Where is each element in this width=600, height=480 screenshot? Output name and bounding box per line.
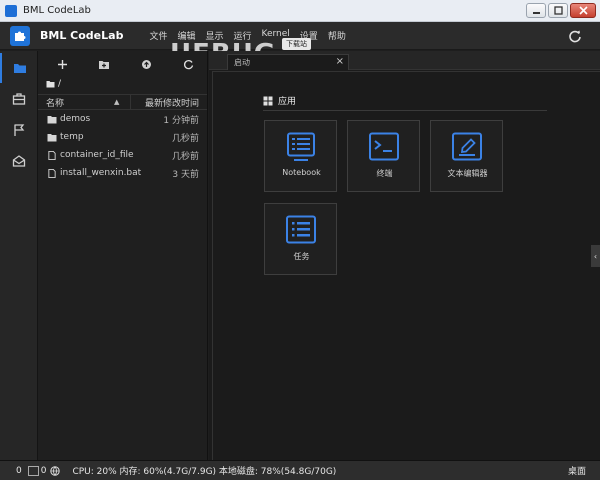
menu-settings[interactable]: 设置	[300, 29, 318, 42]
close-button[interactable]	[570, 3, 596, 18]
maximize-icon	[553, 6, 563, 15]
file-modified: 几秒前	[171, 151, 199, 162]
brand-title: BML CodeLab	[40, 29, 124, 42]
close-icon	[578, 6, 588, 15]
card-label: Notebook	[282, 168, 321, 177]
file-name: container_id_file	[60, 150, 134, 160]
logo	[10, 25, 30, 46]
breadcrumb-path: /	[58, 79, 62, 89]
card-text-editor[interactable]: 文本编辑器	[430, 120, 503, 192]
card-label: 文本编辑器	[447, 169, 488, 178]
file-modified: 3 天前	[172, 169, 199, 180]
menu-help[interactable]: 帮助	[328, 29, 346, 42]
section-title: 应用	[278, 97, 297, 107]
refresh-files-icon	[183, 59, 193, 69]
plus-icon	[57, 59, 67, 69]
tab-close-icon[interactable]: ×	[336, 56, 344, 67]
app-icon	[5, 4, 17, 17]
card-task[interactable]: 任务	[264, 203, 337, 275]
breadcrumb[interactable]: /	[38, 77, 207, 91]
maximize-button[interactable]	[548, 3, 568, 18]
toolbox-icon	[12, 93, 26, 105]
menu-view[interactable]: 显示	[205, 29, 223, 42]
refresh-files-button[interactable]	[182, 58, 194, 70]
file-modified: 1 分钟前	[163, 115, 199, 126]
desktop-button[interactable]: 桌面	[568, 464, 586, 477]
new-launcher-button[interactable]	[56, 58, 68, 70]
file-name: install_wenxin.bat	[60, 168, 142, 178]
terminal-status-icon[interactable]	[27, 465, 39, 476]
file-icon	[48, 151, 56, 160]
upload-icon	[141, 59, 151, 69]
activity-tasks[interactable]	[0, 115, 38, 145]
chevron-left-icon: ‹	[593, 251, 598, 261]
file-list: demos 1 分钟前 temp 几秒前 container_id_file 几…	[38, 110, 207, 182]
flag-icon	[14, 124, 25, 136]
window-titlebar: BML CodeLab	[0, 0, 600, 22]
status-terminal-count[interactable]: 0	[16, 466, 22, 476]
new-folder-button[interactable]	[98, 58, 110, 70]
activity-inbox[interactable]	[0, 146, 38, 176]
sort-asc-icon[interactable]: ▲	[114, 98, 119, 106]
menu-kernel[interactable]: Kernel	[262, 29, 290, 42]
section-header: 应用	[263, 94, 296, 107]
column-name[interactable]: 名称	[46, 96, 64, 109]
main-area: 启动 × 应用 Notebook 终端 文本编辑器 任务 ‹	[209, 51, 600, 460]
activity-bar	[0, 51, 38, 460]
menu-edit[interactable]: 编辑	[177, 29, 195, 42]
card-notebook[interactable]: Notebook	[264, 120, 337, 192]
activity-extensions[interactable]	[0, 84, 38, 114]
breadcrumb-folder-icon	[46, 81, 55, 88]
inbox-icon	[12, 155, 26, 167]
notebook-icon	[287, 132, 315, 161]
file-row-demos[interactable]: demos 1 分钟前	[38, 110, 207, 128]
upload-button[interactable]	[140, 58, 152, 70]
folder-icon	[14, 64, 26, 73]
file-row-container-id-file[interactable]: container_id_file 几秒前	[38, 146, 207, 164]
task-list-icon	[286, 215, 316, 244]
file-list-header: 名称 ▲ 最新修改时间	[38, 94, 207, 110]
section-divider	[263, 110, 547, 111]
file-icon	[48, 169, 56, 178]
window-title: BML CodeLab	[23, 5, 91, 16]
tab-label: 启动	[234, 58, 250, 67]
menu-file[interactable]: 文件	[149, 29, 167, 42]
new-folder-icon	[99, 60, 109, 69]
window-controls	[526, 3, 596, 18]
status-bar: 0 0 CPU: 20% 内存: 60%(4.7G/7.9G) 本地磁盘: 78…	[0, 460, 600, 480]
tab-launcher[interactable]: 启动 ×	[227, 54, 349, 70]
menu-run[interactable]: 运行	[234, 29, 252, 42]
text-editor-icon	[452, 132, 482, 161]
collapse-panel-handle[interactable]: ‹	[591, 245, 600, 267]
file-toolbar	[38, 51, 207, 77]
file-modified: 几秒前	[171, 133, 199, 144]
minimize-icon	[532, 12, 540, 14]
globe-icon	[50, 465, 61, 476]
refresh-icon[interactable]	[568, 29, 582, 43]
card-label: 终端	[376, 169, 393, 178]
folder-icon	[47, 116, 57, 124]
column-modified[interactable]: 最新修改时间	[145, 96, 199, 109]
minimize-button[interactable]	[526, 3, 546, 18]
card-label: 任务	[293, 252, 310, 261]
main-menu: 文件 编辑 显示 运行 Kernel 设置 帮助	[149, 29, 345, 42]
menu-bar: BML CodeLab 文件 编辑 显示 运行 Kernel 设置 帮助	[0, 22, 600, 50]
card-terminal[interactable]: 终端	[347, 120, 420, 192]
puzzle-logo-icon	[15, 31, 26, 41]
column-separator	[130, 95, 131, 109]
apps-grid-icon	[263, 96, 273, 105]
file-row-temp[interactable]: temp 几秒前	[38, 128, 207, 146]
file-name: demos	[60, 114, 91, 124]
folder-icon	[47, 134, 57, 142]
activity-files[interactable]	[0, 53, 38, 83]
status-kernel-count[interactable]: 0	[41, 466, 47, 476]
file-browser: / 名称 ▲ 最新修改时间 demos 1 分钟前 temp 几秒前 conta…	[38, 51, 208, 460]
resource-usage: CPU: 20% 内存: 60%(4.7G/7.9G) 本地磁盘: 78%(54…	[72, 467, 337, 477]
file-row-install-wenxin-bat[interactable]: install_wenxin.bat 3 天前	[38, 164, 207, 182]
tab-strip: 启动 ×	[209, 51, 600, 70]
terminal-icon	[369, 132, 399, 161]
launcher: 应用 Notebook 终端 文本编辑器 任务	[212, 71, 600, 460]
file-name: temp	[60, 132, 84, 142]
